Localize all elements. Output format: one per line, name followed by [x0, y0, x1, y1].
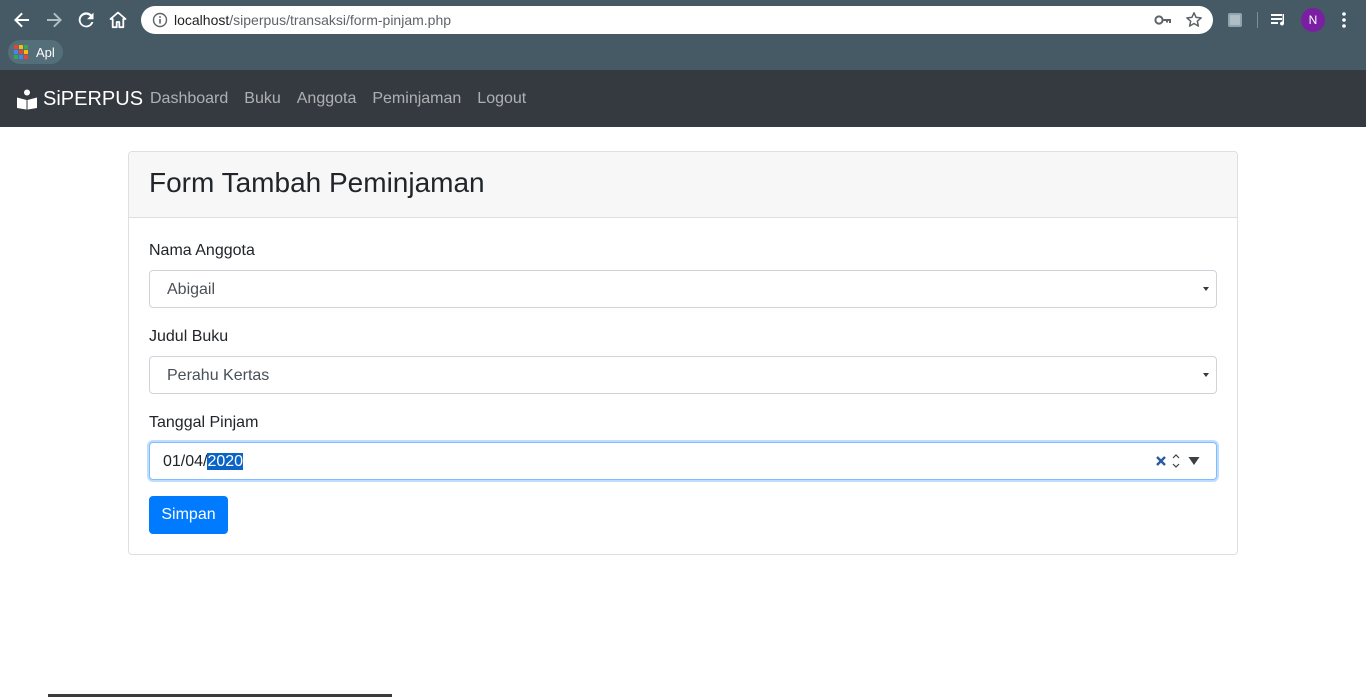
- url-text[interactable]: localhost/siperpus/transaksi/form-pinjam…: [174, 12, 451, 28]
- brand-text: SiPERPUS: [43, 88, 144, 110]
- playlist-icon: [1271, 14, 1285, 26]
- home-icon: [109, 11, 127, 29]
- date-year-selected: 2020: [207, 453, 244, 470]
- app-navbar: SiPERPUS Dashboard Buku Anggota Peminjam…: [0, 70, 1366, 127]
- address-bar[interactable]: localhost/siperpus/transaksi/form-pinjam…: [141, 6, 1213, 34]
- judul-buku-label: Judul Buku: [149, 328, 229, 345]
- nama-anggota-label: Nama Anggota: [149, 242, 255, 259]
- site-info-icon[interactable]: [152, 12, 168, 28]
- form-card: Form Tambah Peminjaman Nama Anggota Abig…: [128, 151, 1238, 555]
- extension-icon: [1228, 13, 1242, 27]
- nav-peminjaman[interactable]: Peminjaman: [372, 89, 461, 109]
- home-button[interactable]: [106, 8, 130, 32]
- bookmark-apps-label: Apl: [36, 44, 55, 60]
- reader-book-icon: [17, 89, 37, 110]
- calendar-dropdown-icon[interactable]: [1187, 454, 1201, 468]
- reload-button[interactable]: [74, 8, 98, 32]
- nav-buku[interactable]: Buku: [244, 89, 280, 109]
- url-path: /siperpus/transaksi/form-pinjam.php: [229, 12, 452, 28]
- media-controls-button[interactable]: [1269, 10, 1289, 30]
- nav-logout[interactable]: Logout: [477, 89, 526, 109]
- tanggal-pinjam-label: Tanggal Pinjam: [149, 414, 259, 431]
- back-arrow-icon: [14, 12, 29, 28]
- forward-arrow-icon: [47, 12, 62, 28]
- clear-icon[interactable]: [1154, 453, 1168, 469]
- card-header: Form Tambah Peminjaman: [129, 152, 1237, 218]
- nav-links: Dashboard Buku Anggota Peminjaman Logout: [150, 89, 526, 109]
- nama-anggota-select[interactable]: Abigail: [149, 270, 1217, 308]
- browser-chrome: localhost/siperpus/transaksi/form-pinjam…: [0, 0, 1366, 70]
- bookmark-star-icon[interactable]: [1185, 11, 1203, 29]
- bookmark-apps[interactable]: Apl: [8, 40, 63, 64]
- browser-toolbar: localhost/siperpus/transaksi/form-pinjam…: [0, 0, 1366, 40]
- brand[interactable]: SiPERPUS: [16, 87, 143, 111]
- tanggal-pinjam-value: 01/04/2020: [163, 452, 244, 472]
- simpan-button[interactable]: Simpan: [149, 496, 228, 534]
- more-menu-icon[interactable]: [1336, 10, 1352, 30]
- nama-anggota-value: Abigail: [167, 281, 216, 298]
- bookmarks-bar: Apl: [0, 38, 1366, 70]
- chevron-down-icon: [1203, 287, 1209, 291]
- chevron-down-icon: [1203, 373, 1209, 377]
- profile-avatar[interactable]: N: [1301, 8, 1325, 32]
- judul-buku-select[interactable]: Perahu Kertas: [149, 356, 1217, 394]
- apps-grid-icon: [14, 45, 28, 59]
- extension-button[interactable]: [1225, 10, 1245, 30]
- url-host: localhost: [174, 12, 230, 28]
- forward-button[interactable]: [42, 8, 66, 32]
- nav-dashboard[interactable]: Dashboard: [150, 89, 228, 109]
- page-title: Form Tambah Peminjaman: [149, 167, 485, 198]
- key-icon[interactable]: [1154, 12, 1172, 28]
- back-button[interactable]: [10, 8, 34, 32]
- tanggal-pinjam-input[interactable]: 01/04/2020: [149, 442, 1217, 480]
- toolbar-separator: [1257, 12, 1258, 28]
- date-day-month: 01/04/: [163, 453, 208, 470]
- judul-buku-value: Perahu Kertas: [167, 367, 270, 384]
- date-spinner-icon[interactable]: [1170, 449, 1182, 473]
- reload-icon: [78, 12, 94, 28]
- nav-anggota[interactable]: Anggota: [297, 89, 357, 109]
